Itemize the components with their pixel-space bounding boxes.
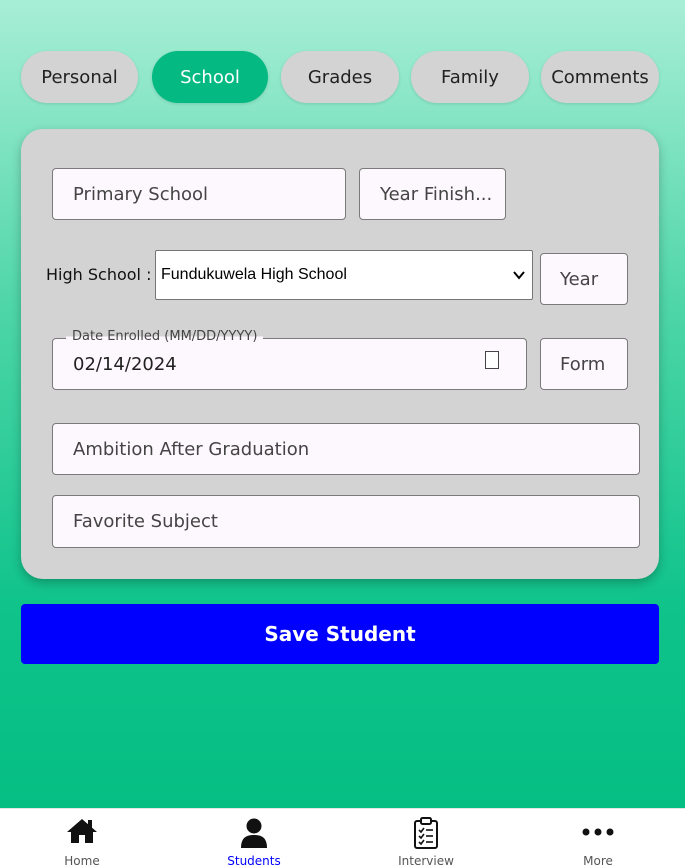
nav-item-more[interactable]: More bbox=[538, 809, 658, 867]
year-input[interactable]: Year bbox=[540, 253, 628, 305]
favorite-subject-input[interactable]: Favorite Subject bbox=[52, 495, 640, 548]
person-icon bbox=[241, 818, 267, 848]
nav-label-home: Home bbox=[64, 854, 100, 867]
bottom-nav: Home Students Interview More bbox=[0, 808, 685, 867]
clipboard-icon bbox=[414, 817, 438, 849]
nav-label-students: Students bbox=[227, 854, 281, 867]
date-enrolled-value: 02/14/2024 bbox=[73, 354, 177, 375]
tab-bar: Personal School Grades Family Comments bbox=[21, 51, 661, 103]
chevron-down-icon bbox=[513, 271, 525, 280]
tab-school[interactable]: School bbox=[152, 51, 268, 103]
tab-grades[interactable]: Grades bbox=[281, 51, 399, 103]
date-enrolled-field[interactable]: Date Enrolled (MM/DD/YYYY) 02/14/2024 bbox=[52, 329, 527, 390]
year-finished-input[interactable]: Year Finish... bbox=[359, 168, 506, 220]
home-icon bbox=[67, 819, 97, 843]
date-enrolled-label: Date Enrolled (MM/DD/YYYY) bbox=[66, 329, 264, 344]
high-school-selected-value: Fundukuwela High School bbox=[161, 266, 347, 283]
more-icon bbox=[582, 828, 614, 836]
nav-label-more: More bbox=[583, 854, 613, 867]
primary-school-input[interactable]: Primary School bbox=[52, 168, 346, 220]
high-school-select[interactable]: Fundukuwela High School bbox=[155, 250, 533, 300]
tab-family[interactable]: Family bbox=[411, 51, 529, 103]
calendar-icon[interactable] bbox=[485, 351, 499, 369]
high-school-label: High School : bbox=[46, 265, 152, 284]
save-student-button[interactable]: Save Student bbox=[21, 604, 659, 664]
nav-item-students[interactable]: Students bbox=[194, 809, 314, 867]
ambition-input[interactable]: Ambition After Graduation bbox=[52, 423, 640, 475]
tab-comments[interactable]: Comments bbox=[541, 51, 659, 103]
nav-item-home[interactable]: Home bbox=[22, 809, 142, 867]
nav-item-interview[interactable]: Interview bbox=[366, 809, 486, 867]
form-input[interactable]: Form bbox=[540, 338, 628, 390]
tab-personal[interactable]: Personal bbox=[21, 51, 138, 103]
nav-label-interview: Interview bbox=[398, 854, 454, 867]
